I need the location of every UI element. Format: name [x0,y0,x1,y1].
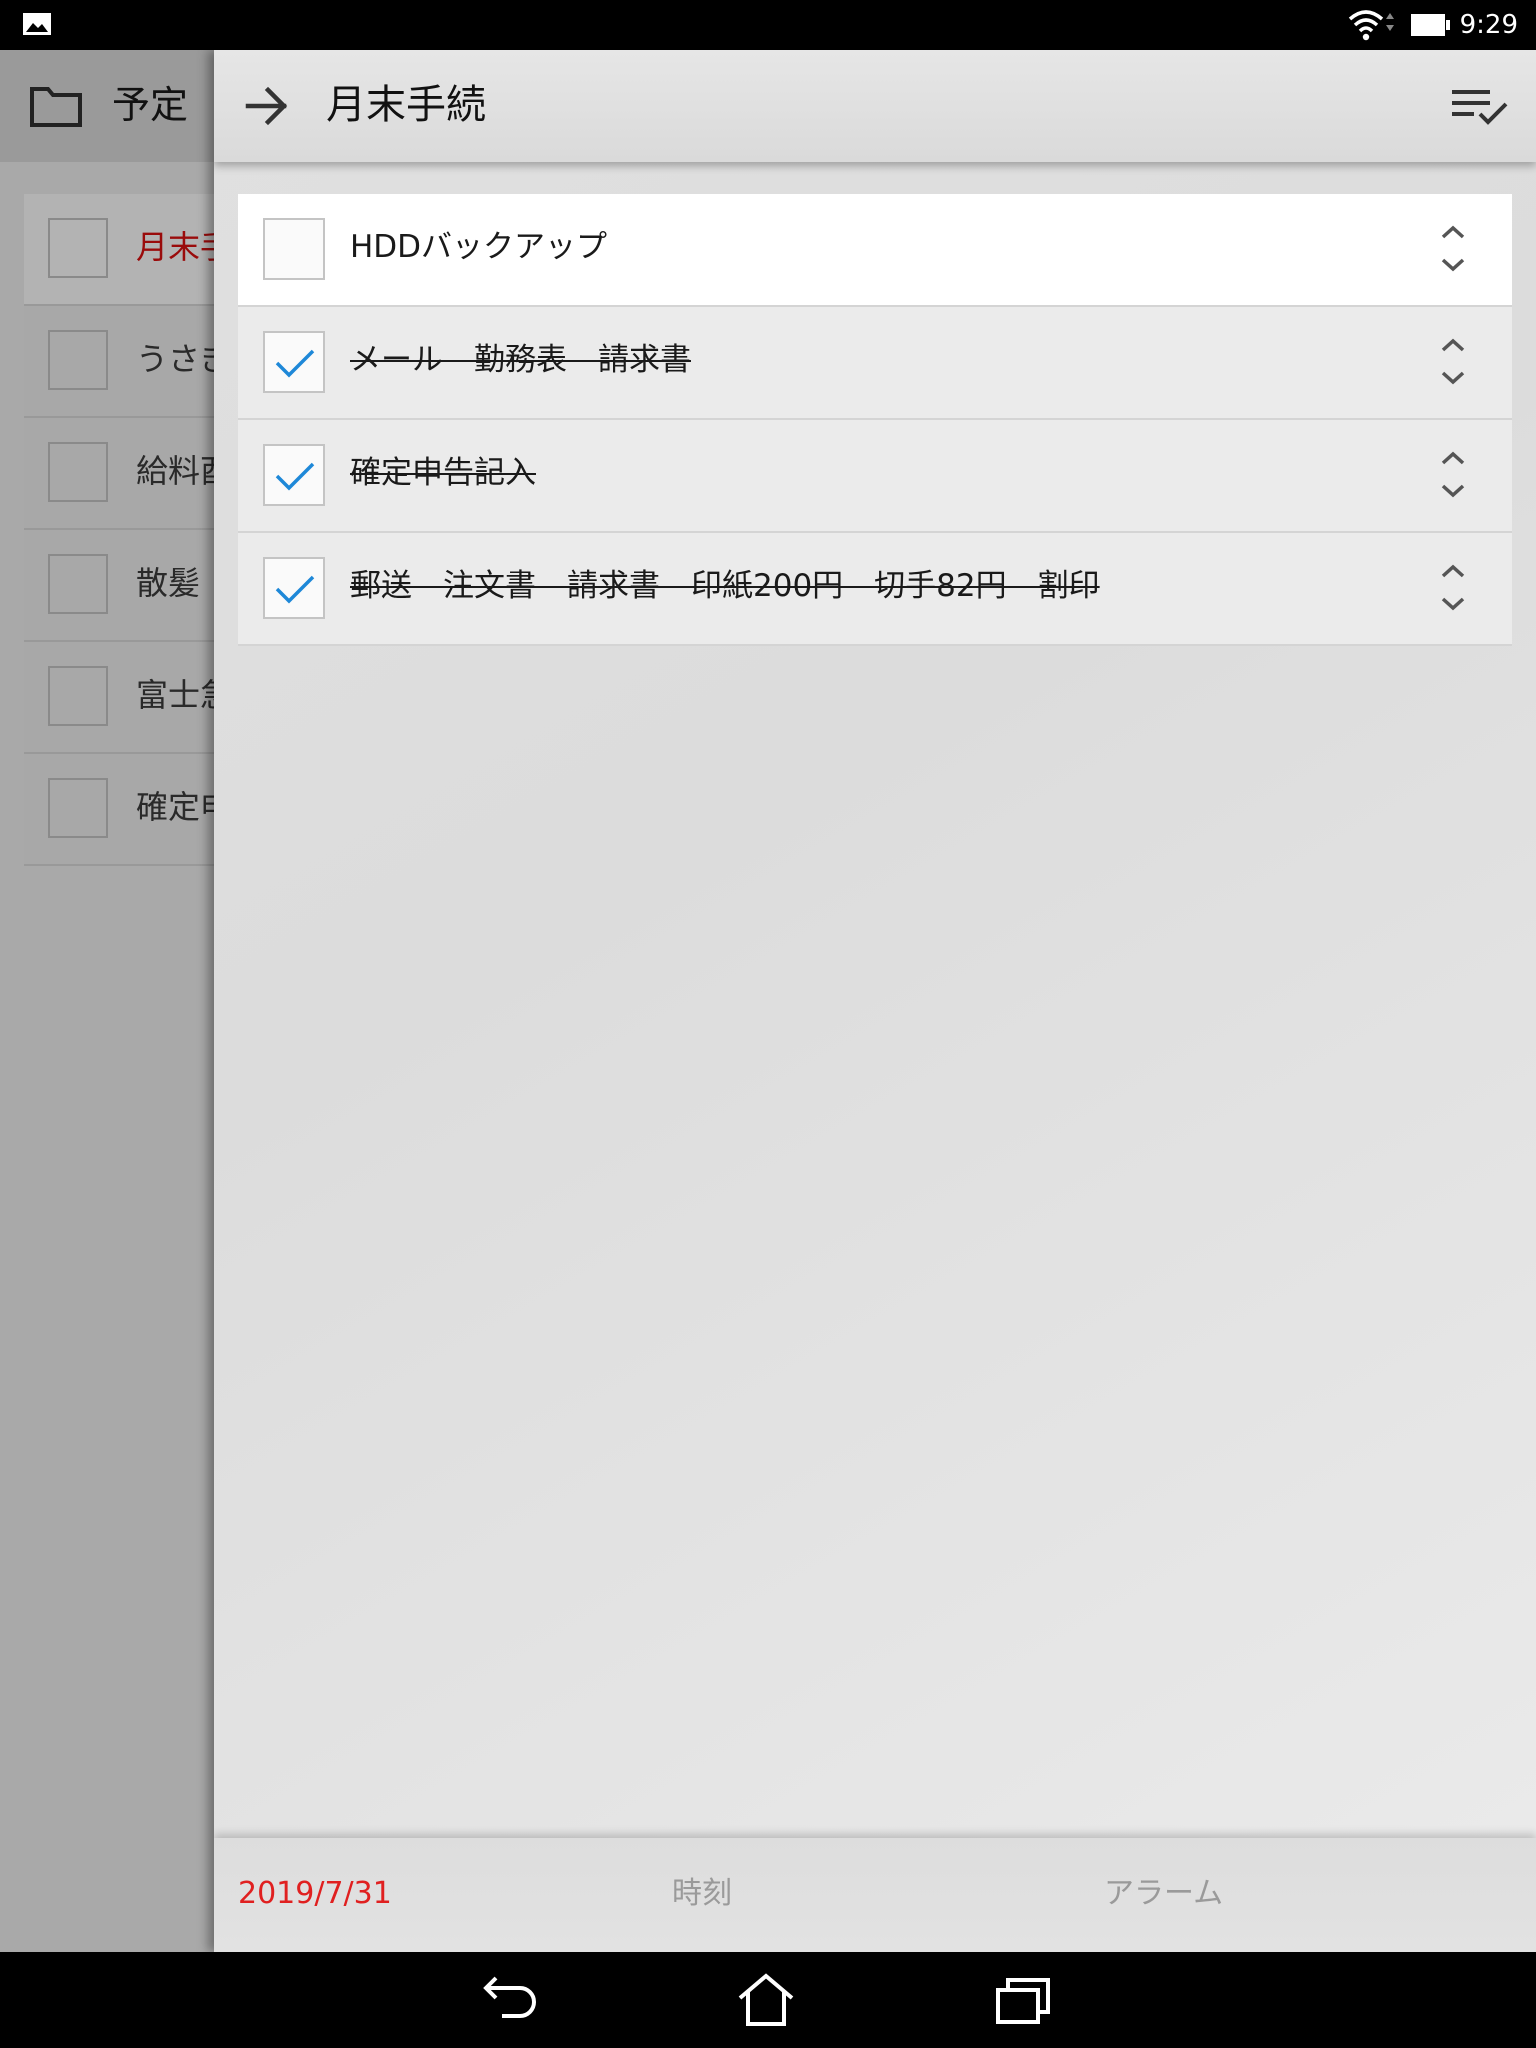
background-checkbox[interactable] [48,778,108,838]
checkmark-icon [275,575,315,604]
background-list-item[interactable]: 確定申 [24,754,232,866]
todo-checkbox[interactable] [263,331,325,393]
background-list-item[interactable]: うさぎ [24,306,232,418]
background-list: 月末手 うさぎ 給料酉 散髪 富士急 確定申 [24,194,232,866]
panel-title: 月末手続 [326,82,486,128]
nav-home-icon[interactable] [736,1972,796,2032]
alarm-button[interactable]: アラーム [1104,1874,1223,1914]
check-all-icon[interactable] [1450,86,1510,134]
todo-text: 郵送 注文書 請求書 印紙200円 切手82円 割印 [350,568,1100,604]
reorder-icon[interactable] [1436,335,1470,393]
todo-item[interactable]: 郵送 注文書 請求書 印紙200円 切手82円 割印 [238,533,1512,646]
status-time: 9:29 [1459,10,1518,40]
background-checkbox[interactable] [48,330,108,390]
folder-icon[interactable] [28,83,84,133]
todo-list: HDDバックアップ メール 勤務表 請求書 確定申告記入 郵送 注文書 請求書 … [238,194,1512,646]
navigation-bar [0,1952,1536,2048]
wifi-icon [1346,8,1402,46]
background-checkbox[interactable] [48,218,108,278]
checkmark-icon [275,349,315,378]
reorder-icon[interactable] [1436,222,1470,280]
arrow-right-icon[interactable] [244,84,290,132]
background-checkbox[interactable] [48,554,108,614]
background-list-item[interactable]: 富士急 [24,642,232,754]
time-button[interactable]: 時刻 [672,1874,732,1914]
todo-checkbox[interactable] [263,218,325,280]
todo-item[interactable]: メール 勤務表 請求書 [238,307,1512,420]
gallery-icon [22,12,52,40]
todo-text: HDDバックアップ [350,229,608,265]
todo-checkbox[interactable] [263,557,325,619]
todo-item[interactable]: HDDバックアップ [238,194,1512,307]
background-list-item[interactable]: 散髪 [24,530,224,642]
detail-panel: 月末手続 HDDバックアップ メール 勤務表 請求書 確定申告記入 郵送 注文書… [214,50,1536,1952]
background-title: 予定 [112,83,189,127]
background-item-label: 散髪 [136,564,201,602]
nav-back-icon[interactable] [480,1972,540,2032]
battery-icon [1410,12,1452,42]
checkmark-icon [275,462,315,491]
todo-text: 確定申告記入 [350,455,536,491]
due-date[interactable]: 2019/7/31 [238,1874,392,1914]
background-list-item[interactable]: 月末手 [24,194,232,306]
nav-recents-icon[interactable] [994,1972,1054,2032]
panel-header: 月末手続 [214,50,1536,162]
todo-text: メール 勤務表 請求書 [350,342,691,378]
background-checkbox[interactable] [48,442,108,502]
reorder-icon[interactable] [1436,448,1470,506]
background-list-item[interactable]: 給料酉 [24,418,232,530]
background-checkbox[interactable] [48,666,108,726]
panel-bottom-bar: 2019/7/31 時刻 アラーム [214,1838,1536,1952]
todo-checkbox[interactable] [263,444,325,506]
reorder-icon[interactable] [1436,561,1470,619]
status-bar: 9:29 [0,0,1536,50]
todo-item[interactable]: 確定申告記入 [238,420,1512,533]
